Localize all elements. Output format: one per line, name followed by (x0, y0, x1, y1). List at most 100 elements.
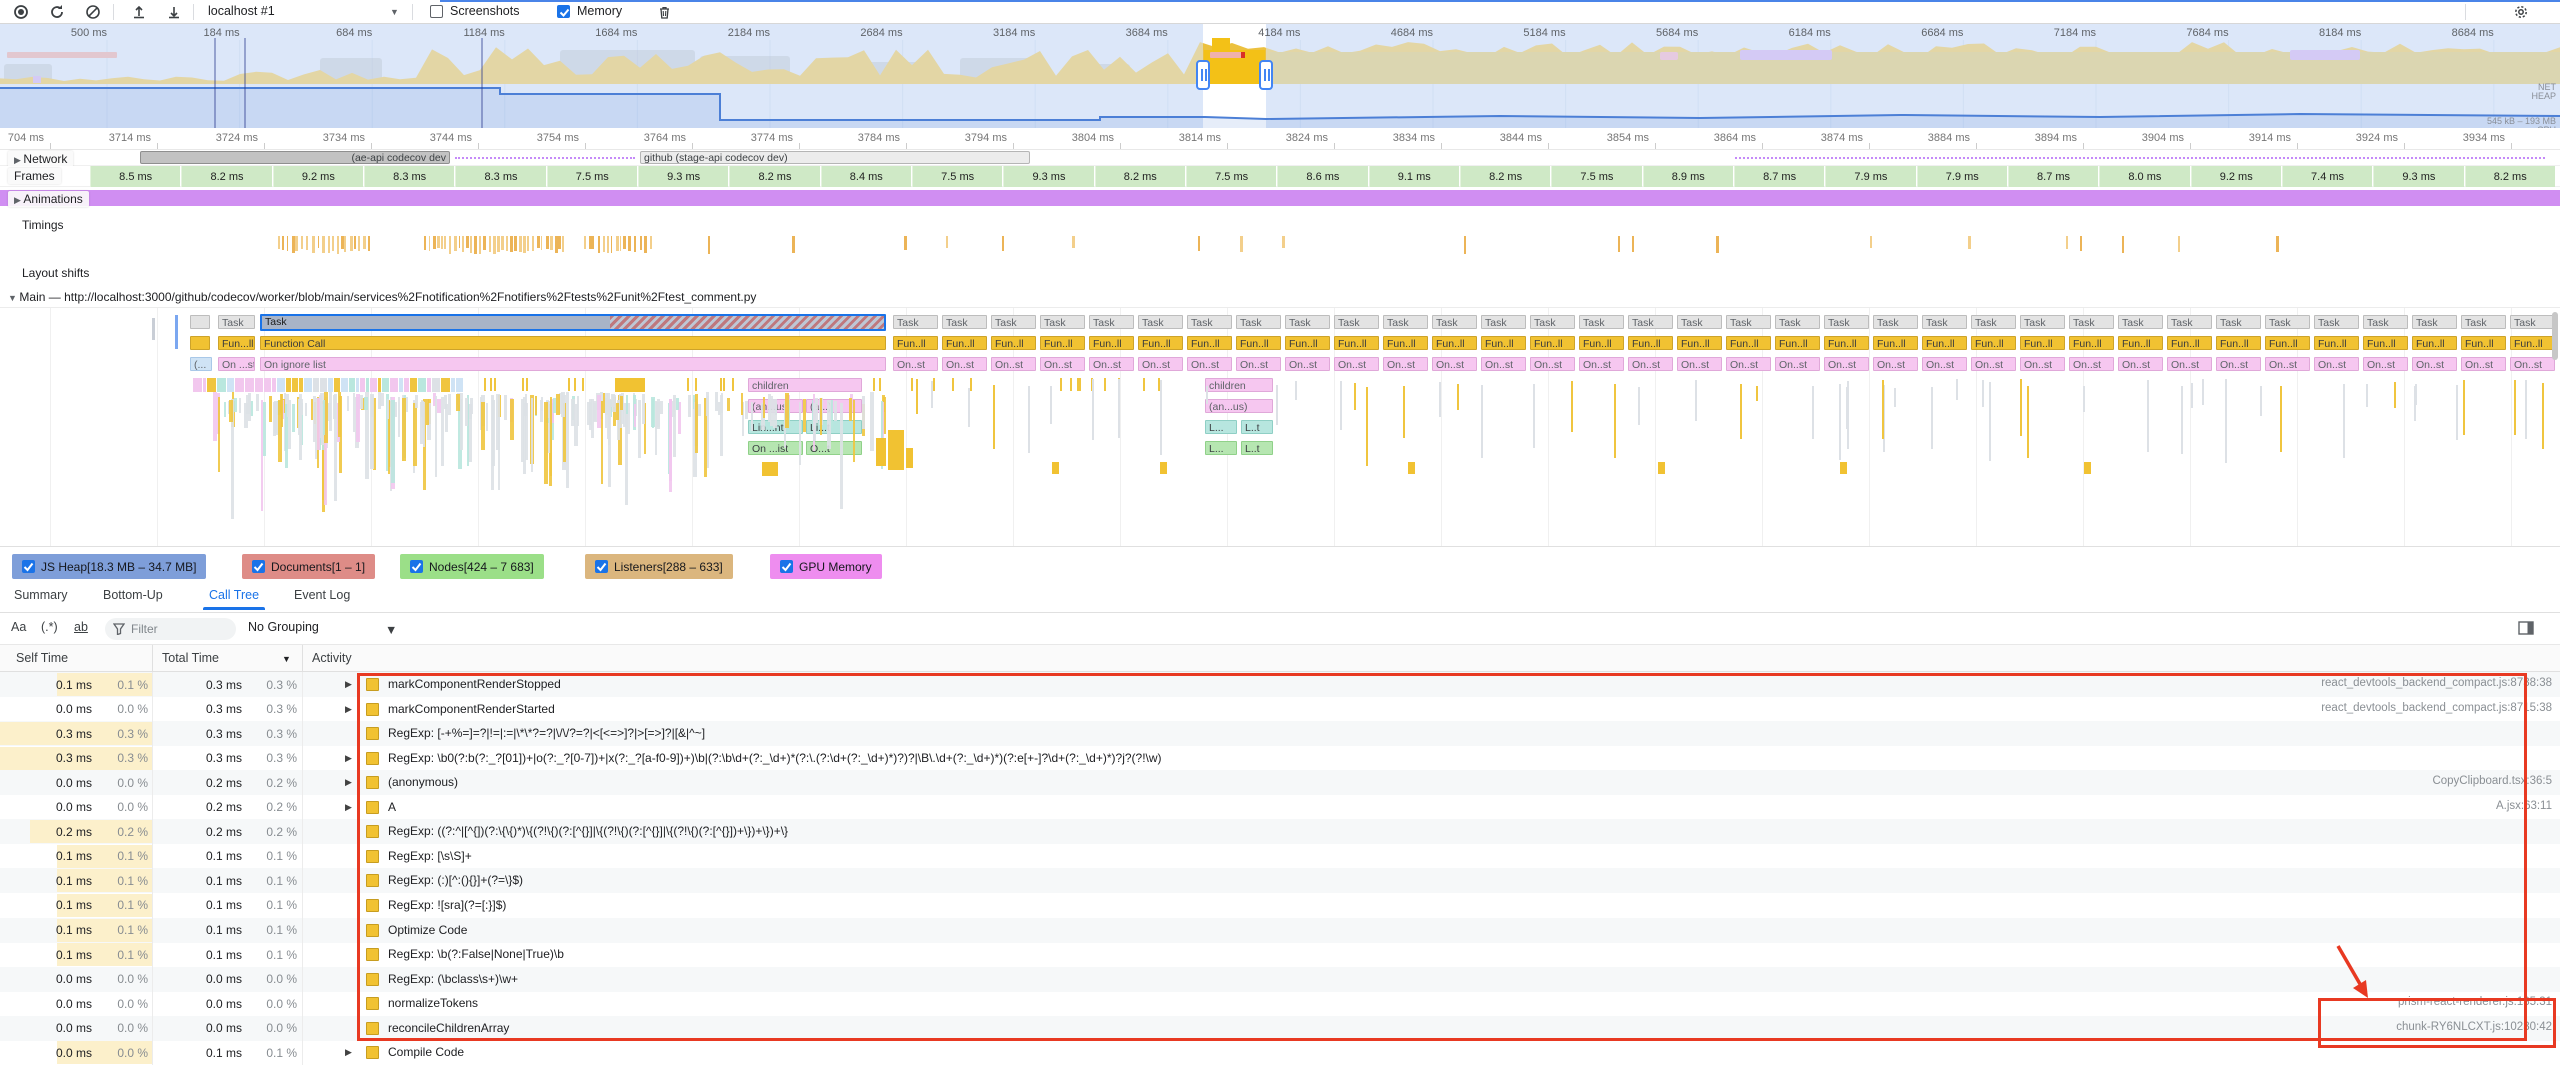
frame-duration-cell[interactable]: 8.2 ms (1460, 166, 1550, 187)
flame-function-bar[interactable]: Fun..ll (1383, 336, 1428, 350)
source-link[interactable]: chunk-RY6NLCXT.js:10230:42 (2396, 1021, 2552, 1033)
show-heaviest-stack-icon[interactable] (2518, 621, 2534, 640)
flame-function-bar[interactable]: Fun..ll (1922, 336, 1967, 350)
flame-ignore-bar[interactable]: On..st (1775, 357, 1820, 371)
flame-task-bar[interactable]: Task (1775, 315, 1820, 329)
counter-checkbox[interactable] (780, 560, 793, 573)
flame-function-bar[interactable]: Fun..ll (1138, 336, 1183, 350)
load-profile-icon[interactable] (130, 3, 148, 21)
flame-task-bar[interactable]: Task (1383, 315, 1428, 329)
source-link[interactable]: A.jsx:63:11 (2496, 800, 2552, 812)
flame-children-bar[interactable]: children (1205, 378, 1273, 392)
frame-duration-cell[interactable]: 8.2 ms (1095, 166, 1185, 187)
chevron-down-icon[interactable]: ▼ (390, 7, 399, 17)
counter-checkbox[interactable] (252, 560, 265, 573)
collect-garbage-icon[interactable] (655, 3, 673, 21)
frame-duration-cell[interactable]: 9.3 ms (638, 166, 728, 187)
frame-duration-cell[interactable]: 8.3 ms (364, 166, 454, 187)
source-link[interactable]: react_devtools_backend_compact.js:8738:3… (2321, 677, 2552, 689)
flame-task-bar[interactable]: Task (2118, 315, 2163, 329)
flame-function-bar[interactable]: Fun..ll (1040, 336, 1085, 350)
flame-function-bar[interactable]: Fun..ll (2412, 336, 2457, 350)
flame-task-bar[interactable]: Task (1530, 315, 1575, 329)
flame-ignore-bar[interactable]: On..st (2216, 357, 2261, 371)
flame-task-bar[interactable]: Task (1138, 315, 1183, 329)
flame-task-bar[interactable]: Task (218, 315, 255, 329)
flame-ignore-bar[interactable]: On..st (1971, 357, 2016, 371)
flame-ignore-bar[interactable]: On..st (2510, 357, 2555, 371)
grouping-select[interactable]: No Grouping (248, 620, 319, 634)
flame-function-bar[interactable]: Fun..ll (991, 336, 1036, 350)
counter-checkbox[interactable] (22, 560, 35, 573)
flame-function-bar[interactable]: Fun..ll (2118, 336, 2163, 350)
flame-task-bar[interactable]: Task (2363, 315, 2408, 329)
expand-icon[interactable]: ▶ (345, 1047, 352, 1058)
flame-ignore-bar[interactable]: L..t (1241, 441, 1273, 455)
expand-icon[interactable]: ▶ (345, 679, 352, 690)
flame-ignore-bar[interactable]: On..st (1334, 357, 1379, 371)
call-tree-row[interactable]: 0.0 ms0.0 %0.1 ms0.1 %▶Compile Code (0, 1040, 2560, 1065)
frame-duration-cell[interactable]: 8.2 ms (729, 166, 819, 187)
flame-task-bar[interactable]: Task (1236, 315, 1281, 329)
filter-input[interactable]: Filter (105, 618, 236, 640)
flame-ignore-bar[interactable]: On..st (1628, 357, 1673, 371)
gear-icon[interactable] (2512, 3, 2530, 21)
flame-task-bar[interactable]: Task (2461, 315, 2506, 329)
flame-ignore-bar[interactable]: On..st (1432, 357, 1477, 371)
reload-icon[interactable] (48, 3, 66, 21)
flame-ignore-bar[interactable]: On..st (2118, 357, 2163, 371)
flame-ignore-bar[interactable]: On..st (2069, 357, 2114, 371)
tab-bottom-up[interactable]: Bottom-Up (103, 588, 163, 610)
expand-icon[interactable]: ▶ (345, 777, 352, 788)
flame-task-bar[interactable] (190, 315, 210, 329)
flame-ignore-bar[interactable]: On..st (2363, 357, 2408, 371)
flame-task-bar[interactable]: Task (2510, 315, 2555, 329)
frame-duration-cell[interactable]: 8.6 ms (1277, 166, 1367, 187)
frame-duration-cell[interactable]: 8.5 ms (90, 166, 180, 187)
frame-duration-cell[interactable]: 9.3 ms (2373, 166, 2463, 187)
frame-duration-cell[interactable]: 8.4 ms (821, 166, 911, 187)
flame-task-bar[interactable]: Task (1089, 315, 1134, 329)
flame-task-bar[interactable]: Task (2265, 315, 2310, 329)
flame-function-bar[interactable]: Fun..ll (2265, 336, 2310, 350)
flame-function-bar[interactable]: Fun..ll (1285, 336, 1330, 350)
call-tree-row[interactable]: 0.1 ms0.1 %0.3 ms0.3 %▶markComponentRend… (0, 672, 2560, 697)
animations-band[interactable] (0, 190, 2560, 206)
flame-task-bar[interactable]: Task (1824, 315, 1869, 329)
call-tree-row[interactable]: 0.2 ms0.2 %0.2 ms0.2 %RegExp: ((?:^|[^{]… (0, 819, 2560, 844)
flame-ignore-bar[interactable]: On ...st (218, 357, 255, 371)
source-link[interactable]: CopyClipboard.tsx:36:5 (2432, 775, 2552, 787)
flame-ignore-bar[interactable]: On..st (1579, 357, 1624, 371)
flame-task-bar[interactable]: Task (1481, 315, 1526, 329)
target-selector[interactable]: localhost #1 (208, 4, 275, 18)
flame-function-bar[interactable]: Fun..ll (2069, 336, 2114, 350)
flame-function-bar[interactable]: Fun..ll (2363, 336, 2408, 350)
main-flame-chart[interactable]: TaskTaskFun...llFunction Call(...On ...s… (0, 308, 2560, 546)
flame-ignore-bar[interactable]: L... (1205, 441, 1237, 455)
flame-task-bar[interactable]: Task (1432, 315, 1477, 329)
flame-ignore-bar[interactable]: On..st (1040, 357, 1085, 371)
flame-function-bar[interactable]: Fun..ll (2167, 336, 2212, 350)
tab-call-tree[interactable]: Call Tree (209, 588, 259, 610)
flame-ignore-bar[interactable]: On ignore list (260, 357, 886, 371)
flame-task-bar[interactable]: Task (1971, 315, 2016, 329)
flame-ignore-bar[interactable]: On..st (1824, 357, 1869, 371)
frame-duration-cell[interactable]: 8.2 ms (2465, 166, 2555, 187)
flame-function-bar[interactable]: Fun..ll (1628, 336, 1673, 350)
layout-shifts-track-label[interactable]: Layout shifts (22, 266, 89, 280)
flame-task-bar[interactable]: Task (1040, 315, 1085, 329)
flame-ignore-bar[interactable]: On..st (1383, 357, 1428, 371)
flame-function-bar[interactable]: Fun..ll (1971, 336, 2016, 350)
clear-icon[interactable] (84, 3, 102, 21)
frame-duration-cell[interactable]: 7.9 ms (1825, 166, 1915, 187)
frame-duration-cell[interactable]: 8.7 ms (1734, 166, 1824, 187)
flame-function-bar[interactable]: Fun..ll (1873, 336, 1918, 350)
flame-task-bar[interactable]: Task (1726, 315, 1771, 329)
flame-ignore-bar[interactable]: On..st (2167, 357, 2212, 371)
flame-function-bar[interactable]: Fun..ll (2216, 336, 2261, 350)
frame-duration-cell[interactable]: 8.7 ms (2008, 166, 2098, 187)
flame-task-bar[interactable]: Task (893, 315, 938, 329)
flame-task-bar[interactable]: Task (1579, 315, 1624, 329)
call-tree-row[interactable]: 0.1 ms0.1 %0.1 ms0.1 %RegExp: (:)[^:(){}… (0, 868, 2560, 893)
flame-ignore-bar[interactable]: On..st (2461, 357, 2506, 371)
